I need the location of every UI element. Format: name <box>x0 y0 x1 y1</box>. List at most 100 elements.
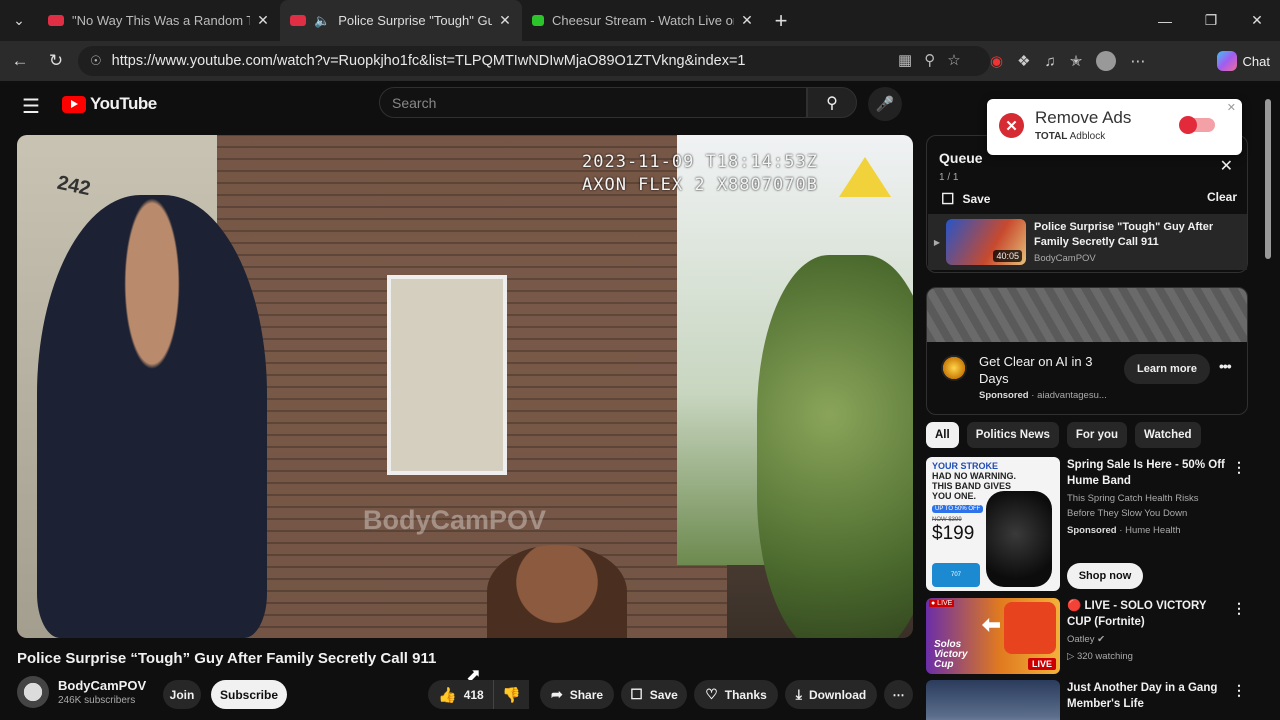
queue-clear-button[interactable]: Clear <box>1207 190 1237 204</box>
share-icon: ➦ <box>550 686 563 702</box>
site-info-icon[interactable]: ☉ <box>90 53 102 69</box>
save-button[interactable]: ☐ Save <box>621 680 687 709</box>
recommendation-item[interactable]: YOUR STROKE HAD NO WARNING. THIS BAND GI… <box>926 457 1248 593</box>
youtube-play-icon <box>62 95 86 113</box>
favorites-icon[interactable]: ✭ <box>1070 52 1083 70</box>
join-label: Join <box>169 687 195 702</box>
browser-tab-3[interactable]: Cheesur Stream - Watch Live on K ✕ <box>522 0 764 41</box>
adblock-extension-icon[interactable]: ◉ <box>990 52 1003 70</box>
more-actions-button[interactable]: ⋯ <box>884 680 913 709</box>
youtube-logo[interactable]: YouTube <box>62 94 157 114</box>
video-title: Police Surprise “Tough” Guy After Family… <box>17 650 437 667</box>
rec-menu-icon[interactable]: ⋮ <box>1232 600 1246 617</box>
download-button[interactable]: ⤓ Download <box>785 680 877 709</box>
channel-avatar[interactable] <box>17 676 49 708</box>
voice-search-button[interactable]: 🎤 <box>868 87 902 121</box>
device-text: AXON FLEX 2 X8807070B <box>582 175 818 195</box>
url-field[interactable]: ☉ https://www.youtube.com/watch?v=Ruopkj… <box>78 46 990 76</box>
angry-face-image <box>1004 602 1056 654</box>
queue-save-button[interactable]: ☐ Save <box>941 190 990 208</box>
app-available-icon[interactable]: ▦ <box>898 51 912 69</box>
profile-avatar[interactable] <box>1096 51 1117 71</box>
chip-watched[interactable]: Watched <box>1135 422 1201 448</box>
subscribe-label: Subscribe <box>219 687 279 702</box>
more-options-icon[interactable]: ⋯ <box>1130 52 1145 70</box>
page-scrollbar[interactable] <box>1264 87 1272 717</box>
back-icon[interactable]: ← <box>2 51 38 71</box>
discount-badge: UP TO 50% OFF <box>932 505 984 513</box>
thanks-button[interactable]: ♡ Thanks <box>694 680 778 709</box>
thanks-icon: ♡ <box>705 686 718 702</box>
rec-menu-icon[interactable]: ⋮ <box>1232 682 1246 699</box>
dislike-button[interactable]: 👎 <box>493 680 529 709</box>
live-thumbnail[interactable]: ● LIVE Solos Victory Cup LIVE <box>926 598 1060 674</box>
close-popup-icon[interactable]: ✕ <box>1227 101 1236 114</box>
refresh-icon[interactable]: ↻ <box>38 51 74 71</box>
subscribe-button[interactable]: Subscribe <box>211 680 287 709</box>
ad-sponsor-line: Sponsored · aiadvantagesu... <box>979 390 1107 401</box>
recommendation-item[interactable]: Just Another Day in a Gang Member's Life… <box>926 680 1248 720</box>
chip-for-you[interactable]: For you <box>1066 422 1128 448</box>
browser-tab-2[interactable]: 🔈 Police Surprise "Tough" Guy Af ✕ <box>280 0 522 41</box>
copilot-chat-button[interactable]: Chat <box>1216 47 1270 75</box>
search-icon: ⚲ <box>826 94 838 112</box>
filter-chips: All Politics News For you Watched <box>926 422 1201 448</box>
chip-politics-news[interactable]: Politics News <box>966 422 1059 448</box>
police-officer <box>37 195 267 638</box>
share-button[interactable]: ➦ Share <box>540 680 614 709</box>
adblock-popup: ✕ Remove Ads TOTAL Adblock ✕ <box>987 99 1242 155</box>
new-tab-button[interactable]: + <box>764 8 798 34</box>
popup-sub: Adblock <box>1069 131 1106 142</box>
browser-tab-1[interactable]: "No Way This Was a Random Traffi ✕ <box>38 0 280 41</box>
kick-favicon-icon <box>532 15 544 26</box>
rec-channel: Oatley ✔ <box>1067 632 1227 647</box>
thanks-label: Thanks <box>724 687 767 702</box>
queue-item-channel: BodyCamPOV <box>1034 253 1096 264</box>
subscriber-count: 246K subscribers <box>58 695 136 706</box>
recommendation-item[interactable]: ● LIVE Solos Victory Cup LIVE 🔴 LIVE - S… <box>926 598 1248 674</box>
learn-more-button[interactable]: Learn more <box>1124 354 1210 384</box>
channel-name[interactable]: BodyCamPOV <box>58 678 146 693</box>
chip-all[interactable]: All <box>926 422 959 448</box>
queue-title: Queue <box>939 150 983 166</box>
advertiser-name: Hume Health <box>1125 525 1181 536</box>
copilot-icon <box>1216 51 1237 71</box>
favorite-star-icon[interactable]: ☆ <box>947 51 960 69</box>
hume-band-thumbnail[interactable]: YOUR STROKE HAD NO WARNING. THIS BAND GI… <box>926 457 1060 591</box>
close-tab-icon[interactable]: ✕ <box>498 12 512 29</box>
queue-item[interactable]: ▶ 40:05 Police Surprise "Tough" Guy Afte… <box>928 214 1247 270</box>
menu-icon[interactable]: ☰ <box>22 94 40 119</box>
extensions-puzzle-icon[interactable]: ❖ <box>1017 52 1030 70</box>
band-image <box>986 491 1052 587</box>
ad-menu-icon[interactable]: ••• <box>1219 358 1232 374</box>
remove-ads-toggle[interactable] <box>1179 116 1215 134</box>
rec-title: 🔴 LIVE - SOLO VICTORY CUP (Fortnite) <box>1067 600 1207 628</box>
media-control-icon[interactable]: ♫ <box>1045 53 1056 70</box>
close-tab-icon[interactable]: ✕ <box>256 12 270 29</box>
sponsored-ad[interactable]: Get Clear on AI in 3 Days Sponsored · ai… <box>926 287 1248 415</box>
rec-menu-icon[interactable]: ⋮ <box>1232 459 1246 476</box>
video-player[interactable]: 242 2023-11-09 T18:14:53Z AXON FLEX 2 X8… <box>17 135 913 638</box>
rec-description: This Spring Catch Health Risks Before Th… <box>1067 493 1199 519</box>
close-window-icon[interactable]: ✕ <box>1234 0 1280 41</box>
join-button[interactable]: Join <box>163 680 201 709</box>
scrollbar-thumb[interactable] <box>1265 99 1271 259</box>
gang-thumbnail[interactable] <box>926 680 1060 720</box>
more-icon: ⋯ <box>892 687 905 702</box>
search-button[interactable]: ⚲ <box>807 87 857 118</box>
minimize-icon[interactable]: — <box>1142 0 1188 41</box>
zoom-icon[interactable]: ⚲ <box>924 51 935 69</box>
axon-logo-icon <box>839 157 891 197</box>
bodycam-timestamp: 2023-11-09 T18:14:53Z AXON FLEX 2 X88070… <box>582 151 818 197</box>
queue-item-thumbnail[interactable]: 40:05 <box>946 219 1026 265</box>
speaker-icon[interactable]: 🔈 <box>314 13 330 29</box>
youtube-favicon-icon <box>48 15 64 26</box>
close-tab-icon[interactable]: ✕ <box>740 12 754 29</box>
tab-actions-menu[interactable]: ⌄ <box>0 0 38 41</box>
search-input[interactable]: Search <box>379 87 807 118</box>
close-queue-icon[interactable]: ✕ <box>1220 156 1233 176</box>
restore-icon[interactable]: ❐ <box>1188 0 1234 41</box>
url-text: https://www.youtube.com/watch?v=Ruopkjho… <box>111 53 746 69</box>
shop-now-button[interactable]: Shop now <box>1067 563 1143 589</box>
search-placeholder: Search <box>392 94 437 111</box>
